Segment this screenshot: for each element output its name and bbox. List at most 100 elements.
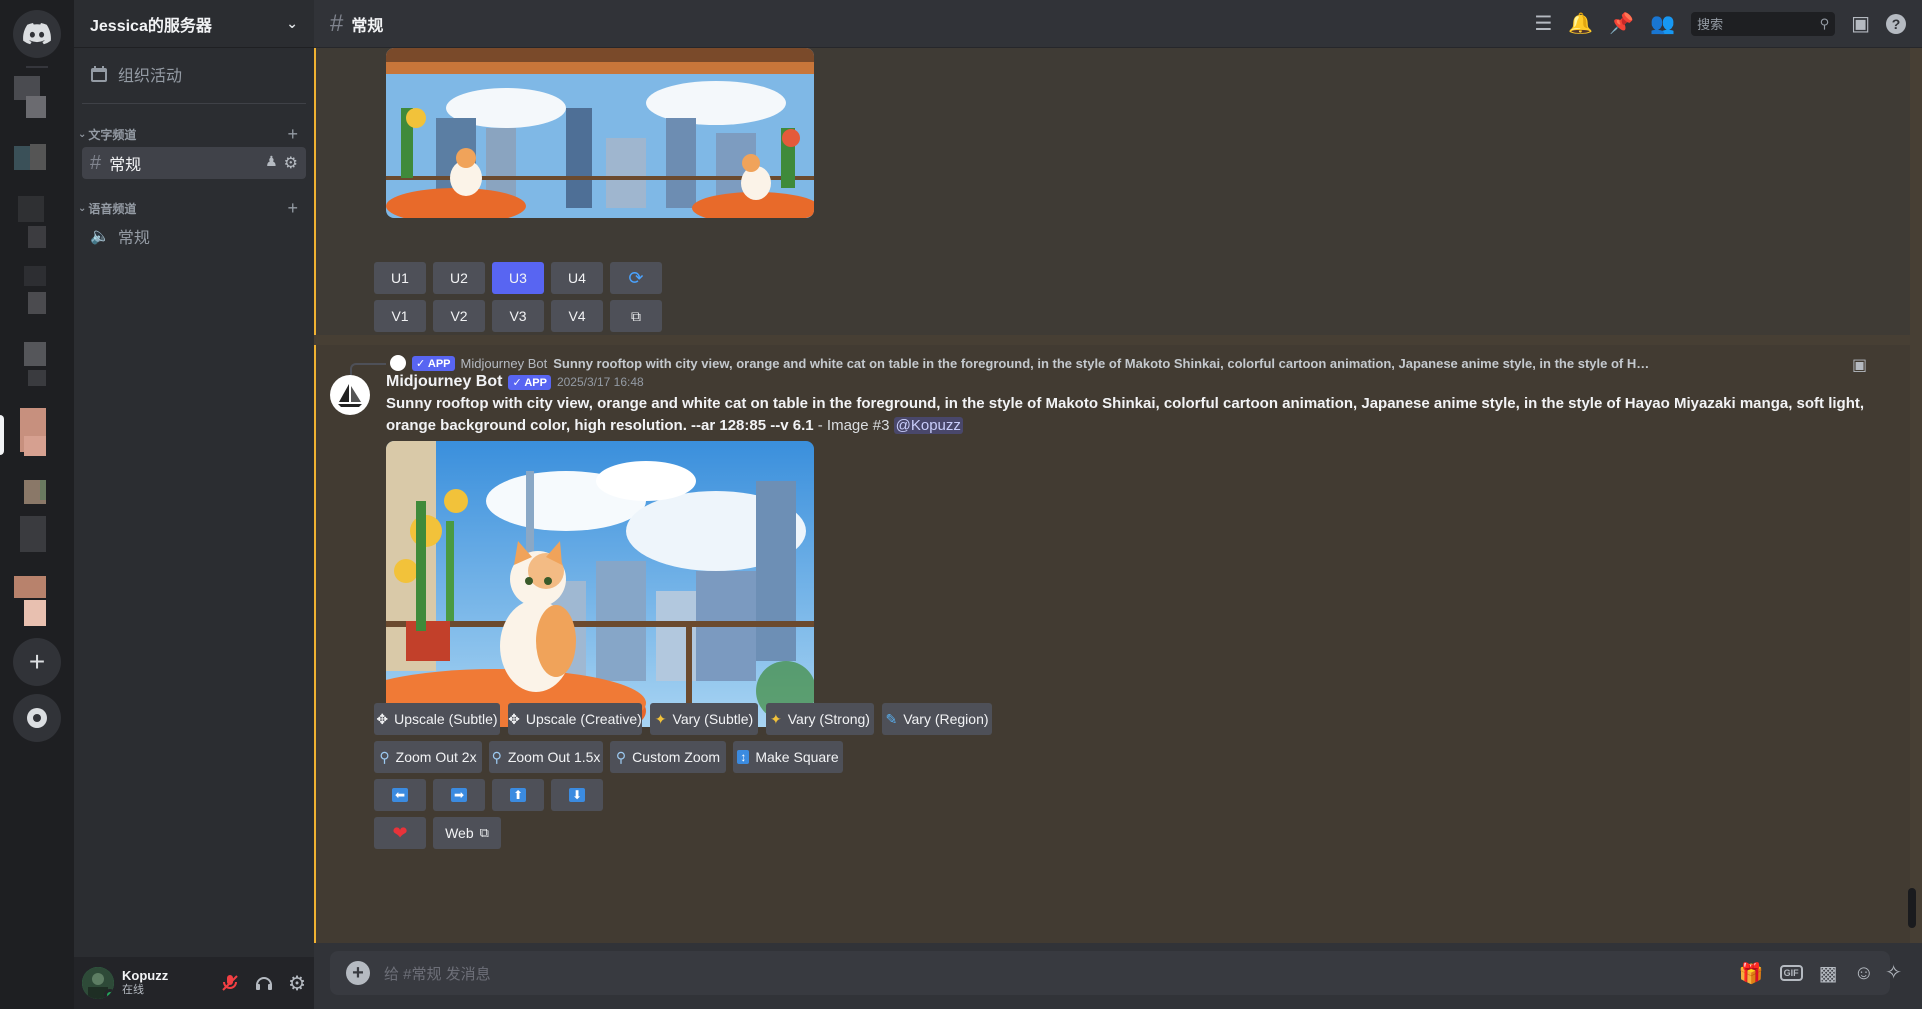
- upscale-1-button[interactable]: U1: [374, 262, 426, 294]
- server-rail: +: [0, 0, 74, 1009]
- search-placeholder: 搜索: [1697, 17, 1724, 32]
- custom-zoom-button[interactable]: ⚲ Custom Zoom: [610, 741, 726, 773]
- category-label: 文字频道: [88, 128, 137, 142]
- category-voice-channels[interactable]: ⌄ 语音频道 +: [78, 198, 306, 219]
- image-icon: ▣: [1852, 357, 1868, 374]
- main-area: # 常规 ☰ 🔔 📌 👥 搜索 ⚲ ▣ ? U1 U2 U3 U4 ⟳ V1 V…: [314, 0, 1922, 1009]
- server-icons-pixelated[interactable]: [10, 76, 46, 636]
- headphones-icon[interactable]: [254, 973, 274, 993]
- upscaled-image[interactable]: [386, 441, 814, 727]
- sticker-icon[interactable]: ▩: [1819, 961, 1838, 986]
- vary-region-button[interactable]: ✎ Vary (Region): [882, 703, 992, 735]
- upload-plus-icon[interactable]: +: [346, 961, 370, 985]
- apps-icon[interactable]: ✧: [1885, 960, 1902, 985]
- scrollbar[interactable]: [1908, 888, 1916, 928]
- expand-icon: ✥: [376, 710, 389, 727]
- avatar[interactable]: [330, 375, 370, 415]
- user-mention[interactable]: @Kopuzz: [893, 417, 963, 434]
- inbox-icon[interactable]: ▣: [1851, 11, 1870, 36]
- threads-icon[interactable]: ☰: [1534, 11, 1552, 36]
- pan-down-button[interactable]: ⬇: [551, 779, 603, 811]
- upscale-2-button[interactable]: U2: [433, 262, 485, 294]
- variation-1-button[interactable]: V1: [374, 300, 426, 332]
- message-author[interactable]: Midjourney Bot: [386, 373, 502, 391]
- channel-label: 常规: [109, 157, 142, 174]
- variation-4-button[interactable]: V4: [551, 300, 603, 332]
- server-header[interactable]: Jessica的服务器 ⌄: [74, 0, 314, 48]
- hash-icon: #: [330, 9, 344, 37]
- pan-up-button[interactable]: ⬆: [492, 779, 544, 811]
- message-list: U1 U2 U3 U4 ⟳ V1 V2 V3 V4 ⧉ ✓ APP Midjou…: [314, 48, 1922, 943]
- app-badge: ✓ APP: [412, 355, 455, 371]
- emoji-icon[interactable]: ☺: [1854, 962, 1874, 985]
- sidebar-divider: [82, 103, 306, 104]
- mic-muted-icon[interactable]: [220, 973, 240, 993]
- app-badge: ✓ APP: [508, 374, 551, 390]
- channel-sidebar: Jessica的服务器 ⌄ 组织活动 ⌄ 文字频道 + # 常规 ♟ ⚙ ⌄ 语…: [74, 0, 314, 1009]
- magnifier-icon: ⚲: [615, 748, 627, 765]
- message-timestamp: 2025/3/17 16:48: [556, 375, 644, 389]
- variation-3-button[interactable]: V3: [492, 300, 544, 332]
- channel-title: 常规: [351, 17, 384, 35]
- explore-compass-icon[interactable]: [13, 694, 61, 742]
- magnifier-icon: ⚲: [379, 748, 390, 765]
- channel-item-text-general[interactable]: # 常规 ♟ ⚙: [82, 147, 306, 179]
- chevron-down-icon: ⌄: [286, 15, 298, 31]
- grid-image[interactable]: [386, 48, 814, 218]
- avatar[interactable]: [82, 967, 114, 999]
- up-down-arrow-icon: ↕: [737, 750, 750, 764]
- gift-icon[interactable]: 🎁: [1739, 961, 1764, 986]
- arrow-down-icon: ⬇: [568, 788, 586, 802]
- invite-icon[interactable]: ♟: [265, 153, 278, 173]
- variation-2-button[interactable]: V2: [433, 300, 485, 332]
- upscale-subtle-button[interactable]: ✥ Upscale (Subtle): [374, 703, 500, 735]
- upscale-3-button[interactable]: U3: [492, 262, 544, 294]
- arrow-left-icon: ⬅: [391, 788, 409, 802]
- add-channel-icon[interactable]: +: [287, 124, 298, 145]
- discord-home-icon[interactable]: [13, 10, 61, 58]
- reply-reference[interactable]: ✓ APP Midjourney Bot Sunny rooftop with …: [390, 355, 1653, 371]
- upscale-4-button[interactable]: U4: [551, 262, 603, 294]
- category-text-channels[interactable]: ⌄ 文字频道 +: [78, 124, 306, 145]
- add-server-icon[interactable]: +: [13, 638, 61, 686]
- active-server-indicator: [0, 415, 4, 455]
- search-input[interactable]: 搜索 ⚲: [1691, 11, 1836, 36]
- hash-icon: #: [90, 151, 102, 174]
- prompt-text: Sunny rooftop with city view, orange and…: [386, 395, 1865, 434]
- gear-icon[interactable]: ⚙: [284, 153, 298, 173]
- channel-label: 常规: [117, 230, 150, 247]
- vary-subtle-button[interactable]: ✦ Vary (Subtle): [650, 703, 758, 735]
- category-label: 语音频道: [88, 202, 137, 216]
- pin-icon[interactable]: 📌: [1609, 11, 1634, 36]
- make-square-button[interactable]: ↕ Make Square: [733, 741, 843, 773]
- username: Kopuzz: [122, 968, 169, 983]
- zoom-out-1-5x-button[interactable]: ⚲ Zoom Out 1.5x: [489, 741, 603, 773]
- add-channel-icon[interactable]: +: [287, 198, 298, 219]
- message-upscaled-result: ✓ APP Midjourney Bot Sunny rooftop with …: [314, 345, 1910, 943]
- calendar-icon: [91, 66, 107, 82]
- arrow-right-icon: ➡: [450, 788, 468, 802]
- zoom-out-2x-button[interactable]: ⚲ Zoom Out 2x: [374, 741, 482, 773]
- message-input[interactable]: + 给 #常规 发消息 🎁 GIF ▩ ☺: [330, 951, 1890, 995]
- rail-separator: [26, 66, 48, 68]
- refresh-icon: ⟳: [628, 267, 644, 288]
- vary-strong-button[interactable]: ✦ Vary (Strong): [766, 703, 874, 735]
- help-icon[interactable]: ?: [1886, 13, 1906, 34]
- channel-item-voice-general[interactable]: 🔈 常规: [82, 220, 306, 252]
- image-number: - Image #3: [813, 417, 894, 434]
- open-link-button[interactable]: ⧉: [610, 300, 662, 332]
- upscale-creative-button[interactable]: ✥ Upscale (Creative): [508, 703, 642, 735]
- channel-header: # 常规 ☰ 🔔 📌 👥 搜索 ⚲ ▣ ?: [314, 0, 1922, 48]
- reroll-button[interactable]: ⟳: [610, 262, 662, 294]
- pan-left-button[interactable]: ⬅: [374, 779, 426, 811]
- pan-right-button[interactable]: ➡: [433, 779, 485, 811]
- events-link[interactable]: 组织活动: [90, 62, 182, 86]
- gear-icon[interactable]: ⚙: [288, 971, 306, 996]
- members-icon[interactable]: 👥: [1650, 11, 1675, 36]
- reply-snippet: Sunny rooftop with city view, orange and…: [553, 355, 1653, 371]
- message-grid-result: U1 U2 U3 U4 ⟳ V1 V2 V3 V4 ⧉: [314, 48, 1910, 335]
- favorite-button[interactable]: ❤: [374, 817, 426, 849]
- gif-icon[interactable]: GIF: [1779, 965, 1803, 981]
- web-link-button[interactable]: Web ⧉: [433, 817, 501, 849]
- bell-icon[interactable]: 🔔: [1568, 11, 1593, 36]
